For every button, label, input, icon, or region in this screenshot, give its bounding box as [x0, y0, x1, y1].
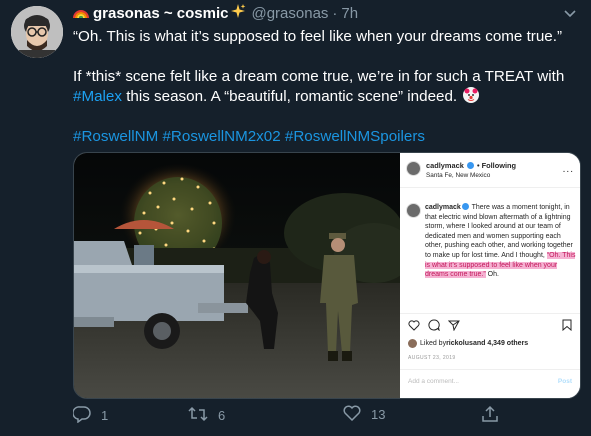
verified-icon	[466, 162, 474, 169]
ig-location[interactable]: Santa Fe, New Mexico	[426, 172, 516, 179]
paragraph-2-text-b: this season. A “beautiful, romantic scen…	[121, 88, 462, 105]
bookmark-icon[interactable]	[562, 319, 572, 333]
ig-post-date: AUGUST 23, 2019	[408, 355, 456, 361]
verified-icon	[461, 203, 469, 210]
ig-caption-end: Oh.	[485, 271, 499, 279]
instagram-comment-icon[interactable]	[428, 319, 440, 333]
retweet-button[interactable]: 6	[188, 405, 225, 426]
like-button[interactable]: 13	[343, 405, 385, 424]
tweet-paragraph-2: If *this* scene felt like a dream come t…	[73, 67, 578, 107]
hashtag-roswellnm2x02[interactable]: #RoswellNM2x02	[162, 128, 280, 145]
ig-comment-input[interactable]: Add a comment...	[408, 378, 459, 385]
ig-following-button[interactable]: Following	[482, 161, 516, 170]
like-count: 13	[371, 407, 386, 422]
rainbow-icon	[73, 5, 89, 22]
chevron-down-icon[interactable]	[563, 6, 577, 20]
share-icon	[481, 405, 499, 426]
retweet-icon	[188, 405, 208, 426]
ig-username-row: cadlymack • Following	[426, 161, 516, 170]
ig-action-row	[408, 319, 460, 333]
scene-photo	[74, 153, 414, 398]
ig-divider	[400, 369, 580, 370]
instagram-share-icon[interactable]	[447, 319, 460, 333]
ig-divider	[400, 313, 580, 314]
ig-caption-text: cadlymack There was a moment tonight, in…	[425, 203, 576, 280]
tweet-body: “Oh. This is what it’s supposed to feel …	[73, 27, 578, 147]
ig-post-header: cadlymack • Following Santa Fe, New Mexi…	[406, 161, 516, 179]
ig-caption-username[interactable]: cadlymack	[425, 204, 461, 211]
time-separator: ·	[332, 4, 338, 22]
hashtag-roswellnmspoilers[interactable]: #RoswellNMSpoilers	[285, 128, 425, 145]
ig-post-button[interactable]: Post	[558, 378, 572, 385]
author-avatar[interactable]	[11, 6, 63, 58]
ig-caption: cadlymack There was a moment tonight, in…	[406, 203, 576, 280]
hashtag-row: #RoswellNM #RoswellNM2x02 #RoswellNMSpoi…	[73, 127, 578, 147]
tweet-timestamp[interactable]: 7h	[341, 5, 358, 22]
tweet-paragraph-1: “Oh. This is what it’s supposed to feel …	[73, 28, 563, 45]
ig-avatar[interactable]	[406, 161, 421, 176]
ig-liker-avatar[interactable]	[408, 339, 417, 348]
ig-liked-suffix[interactable]: and 4,349 others	[473, 340, 528, 347]
ig-caption-avatar[interactable]	[406, 203, 421, 218]
tweet-action-bar: 1 6 13	[72, 405, 513, 429]
instagram-heart-icon[interactable]	[408, 319, 420, 333]
display-name[interactable]: grasonas ~ cosmic	[93, 5, 228, 22]
reply-button[interactable]: 1	[72, 405, 109, 426]
retweet-count: 6	[218, 408, 226, 423]
share-button[interactable]	[481, 405, 499, 426]
author-handle[interactable]: @grasonas	[251, 5, 328, 22]
hashtag-roswellnm[interactable]: #RoswellNM	[73, 128, 158, 145]
ig-divider	[400, 187, 580, 188]
tweet-media[interactable]: cadlymack • Following Santa Fe, New Mexi…	[73, 152, 581, 399]
instagram-post: cadlymack • Following Santa Fe, New Mexi…	[400, 153, 580, 398]
ig-liked-user[interactable]: rickolus	[446, 340, 473, 347]
sparkles-icon	[230, 3, 246, 23]
ig-caption-body: There was a moment tonight, in that elec…	[425, 204, 573, 259]
tweet-header: grasonas ~ cosmic @grasonas · 7h	[73, 3, 358, 23]
ig-liked-prefix: Liked by	[420, 340, 447, 347]
malex-hashtag-link[interactable]: #Malex	[73, 88, 122, 105]
clown-face-icon	[463, 87, 480, 103]
reply-icon	[72, 405, 91, 426]
heart-icon	[343, 405, 361, 424]
reply-count: 1	[101, 408, 109, 423]
ig-liked-by: Liked by rickolus and 4,349 others	[408, 339, 528, 348]
ig-more-options[interactable]: ...	[563, 164, 574, 175]
ig-follow-separator: •	[476, 161, 480, 170]
ig-username[interactable]: cadlymack	[426, 161, 464, 170]
paragraph-2-text-a: If *this* scene felt like a dream come t…	[73, 68, 565, 85]
